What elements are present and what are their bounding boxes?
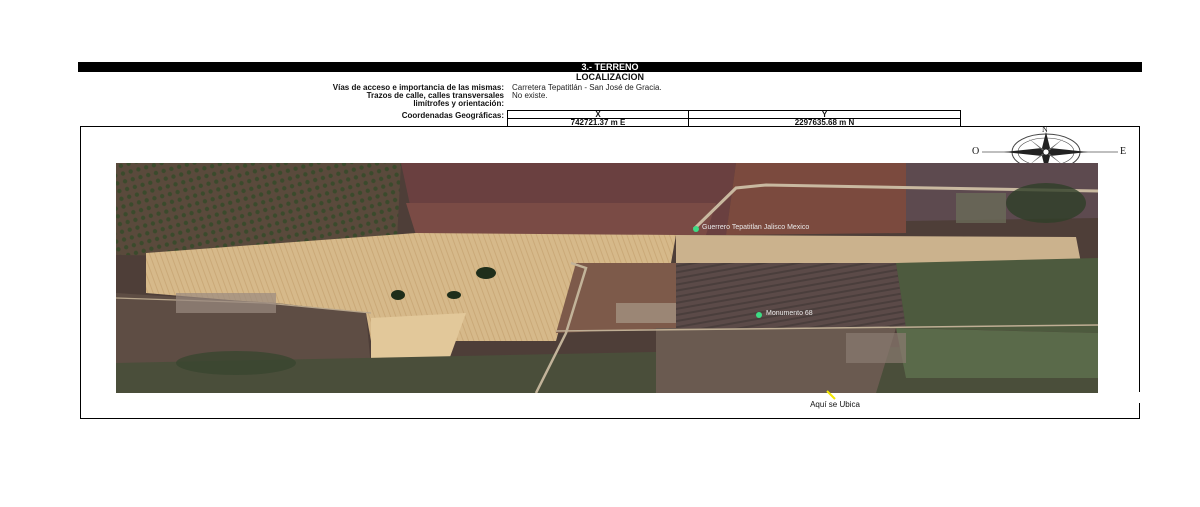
frame-right-edge-lower <box>1139 403 1140 418</box>
street-layout-value: No existe. <box>512 91 548 100</box>
compass-north: N <box>1042 125 1048 134</box>
location-pointer-icon <box>826 390 836 400</box>
coordinates-label: Coordenadas Geográficas: <box>401 111 504 120</box>
map-place-label: Guerrero Tepatitlan Jalisco Mexico <box>702 224 810 231</box>
location-caption: Aquí se Ubica <box>810 400 860 409</box>
compass-west: O <box>972 146 980 157</box>
section-title-bar: 3.- TERRENO <box>78 62 1142 72</box>
compass-east: E <box>1120 146 1127 157</box>
coordinates-table: X Y 742721.37 m E 2297635.68 m N <box>507 110 961 127</box>
street-layout-label-text: Trazos de calle, calles transversales li… <box>366 91 504 108</box>
satellite-image <box>116 163 1098 393</box>
satellite-map[interactable]: Guerrero Tepatitlan Jalisco Mexico Monum… <box>116 163 1098 393</box>
street-layout-label: Trazos de calle, calles transversales li… <box>80 92 504 108</box>
section-subtitle: LOCALIZACION <box>576 72 644 82</box>
map-point-label: Monumento 68 <box>766 310 813 317</box>
frame-right-edge <box>1139 126 1140 392</box>
